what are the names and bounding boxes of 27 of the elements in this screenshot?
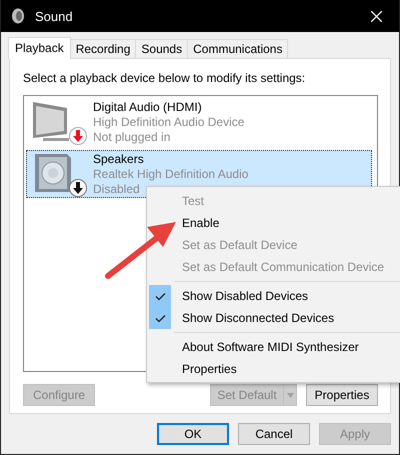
- window-title: Sound: [35, 8, 74, 24]
- tab[interactable]: Playback: [8, 37, 71, 59]
- checkmark-icon: [154, 292, 166, 300]
- caret-icon: [286, 392, 294, 398]
- disabled-badge-icon: [69, 179, 87, 197]
- device-row[interactable]: Digital Audio (HDMI) High Definition Audio Device Not plugged in: [26, 98, 372, 146]
- menu-item[interactable]: Show Disabled Devices: [182, 289, 308, 303]
- dialog-button[interactable]: OK: [157, 423, 229, 445]
- device-status: Not plugged in: [93, 130, 172, 144]
- unplugged-badge-icon: [69, 127, 87, 145]
- device-driver: High Definition Audio Device: [93, 114, 244, 130]
- panel-button[interactable]: Properties: [306, 384, 378, 406]
- tab[interactable]: Communications: [187, 39, 288, 58]
- device-name: Digital Audio (HDMI): [93, 100, 203, 114]
- checkmark-icon: [154, 314, 166, 322]
- close-icon: [370, 10, 382, 22]
- tab[interactable]: Recording: [70, 39, 136, 58]
- speaker-icon: [11, 8, 25, 24]
- menu-item[interactable]: Enable: [182, 216, 220, 230]
- menu-item[interactable]: About Software MIDI Synthesizer: [182, 340, 359, 354]
- dialog-button[interactable]: Cancel: [238, 423, 310, 445]
- instruction-text: Select a playback device below to modify its settings:: [23, 71, 306, 85]
- device-status: Disabled: [93, 182, 141, 196]
- device-driver: Realtek High Definition Audio: [93, 166, 248, 182]
- menu-item[interactable]: Show Disconnected Devices: [182, 311, 334, 325]
- device-name: Speakers: [93, 152, 145, 166]
- menu-item[interactable]: Properties: [182, 362, 237, 376]
